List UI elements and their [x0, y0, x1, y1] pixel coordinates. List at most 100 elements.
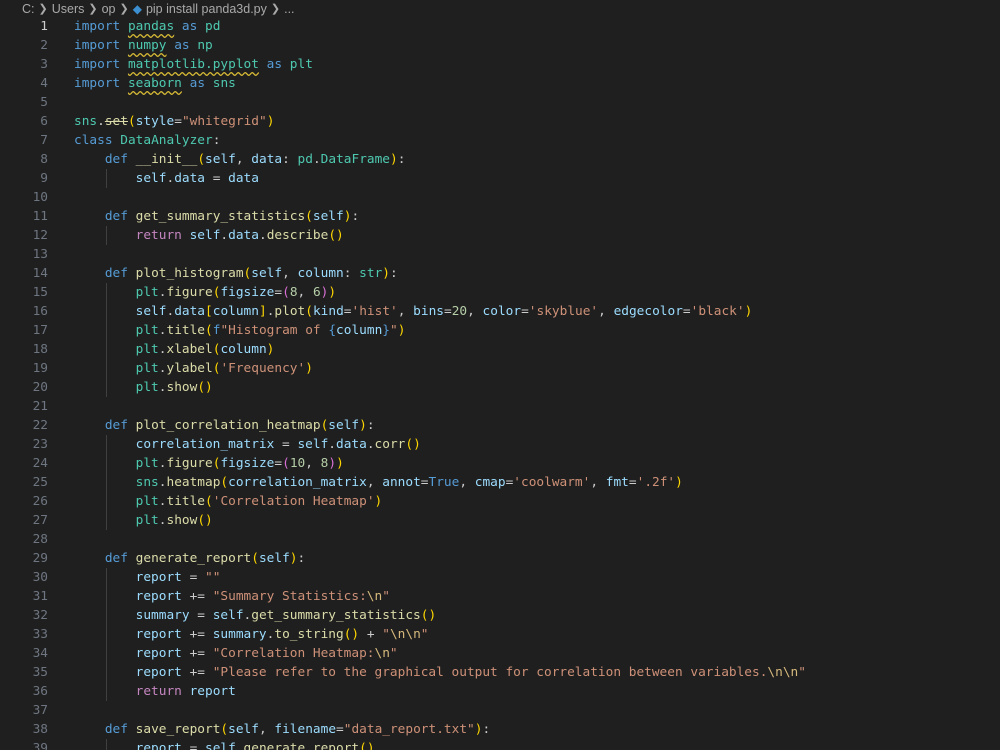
code-line[interactable]: 13 [0, 245, 1000, 264]
line-number: 6 [40, 114, 48, 129]
line-number: 24 [32, 456, 48, 471]
code-line[interactable]: 2 import numpy as np [0, 36, 1000, 55]
code-line[interactable]: 11 def get_summary_statistics(self): [0, 207, 1000, 226]
line-number: 15 [32, 285, 48, 300]
code-text: report = "" [135, 570, 221, 585]
code-text: report += "Please refer to the graphical… [135, 665, 806, 680]
chevron-right-icon: ❯ [119, 3, 129, 15]
code-text: def get_summary_statistics(self): [104, 209, 360, 224]
line-number: 16 [32, 304, 48, 319]
line-number: 26 [32, 494, 48, 509]
code-text: self.data[column].plot(kind='hist', bins… [135, 304, 753, 319]
code-line[interactable]: 18 plt.xlabel(column) [0, 340, 1000, 359]
line-number: 31 [32, 589, 48, 604]
line-number: 19 [32, 361, 48, 376]
breadcrumb-users[interactable]: Users [52, 2, 85, 16]
breadcrumb-op[interactable]: op [102, 2, 116, 16]
code-text: def save_report(self, filename="data_rep… [104, 722, 491, 737]
code-line[interactable]: 23 correlation_matrix = self.data.corr() [0, 435, 1000, 454]
line-number: 7 [40, 133, 48, 148]
python-file-icon: ◆ [132, 1, 142, 16]
code-text: report += "Summary Statistics:\n" [135, 589, 390, 604]
code-text: return report [135, 684, 236, 699]
line-number: 10 [32, 190, 48, 205]
line-number: 18 [32, 342, 48, 357]
code-line[interactable]: 36 return report [0, 682, 1000, 701]
line-number: 1 [40, 19, 48, 34]
line-number: 32 [32, 608, 48, 623]
code-line[interactable]: 8 def __init__(self, data: pd.DataFrame)… [0, 150, 1000, 169]
code-line[interactable]: 6 sns.set(style="whitegrid") [0, 112, 1000, 131]
code-text: report = self.generate_report() [135, 741, 375, 750]
line-number: 20 [32, 380, 48, 395]
line-number: 12 [32, 228, 48, 243]
line-number: 17 [32, 323, 48, 338]
code-text: summary = self.get_summary_statistics() [135, 608, 437, 623]
line-number: 39 [32, 741, 48, 750]
code-line[interactable]: 22 def plot_correlation_heatmap(self): [0, 416, 1000, 435]
code-line[interactable]: 32 summary = self.get_summary_statistics… [0, 606, 1000, 625]
line-number: 30 [32, 570, 48, 585]
line-number: 13 [32, 247, 48, 262]
code-line[interactable]: 35 report += "Please refer to the graphi… [0, 663, 1000, 682]
code-line[interactable]: 12 return self.data.describe() [0, 226, 1000, 245]
chevron-right-icon: ❯ [270, 3, 281, 15]
code-line[interactable]: 21 [0, 397, 1000, 416]
code-line[interactable]: 34 report += "Correlation Heatmap:\n" [0, 644, 1000, 663]
code-text: class DataAnalyzer: [74, 133, 221, 148]
code-line[interactable]: 39 report = self.generate_report() [0, 739, 1000, 750]
breadcrumb-more[interactable]: ... [284, 2, 294, 16]
breadcrumb-file[interactable]: pip install panda3d.py [146, 2, 267, 16]
code-line[interactable]: 30 report = "" [0, 568, 1000, 587]
line-number: 27 [32, 513, 48, 528]
code-text: plt.ylabel('Frequency') [135, 361, 313, 376]
code-text: sns.set(style="whitegrid") [74, 114, 275, 129]
code-line[interactable]: 9 self.data = data [0, 169, 1000, 188]
code-line[interactable]: 16 self.data[column].plot(kind='hist', b… [0, 302, 1000, 321]
code-line[interactable]: 4 import seaborn as sns [0, 74, 1000, 93]
line-number: 9 [40, 171, 48, 186]
code-line[interactable]: 1 import pandas as pd [0, 17, 1000, 36]
code-line[interactable]: 10 [0, 188, 1000, 207]
code-line[interactable]: 38 def save_report(self, filename="data_… [0, 720, 1000, 739]
code-text: plt.show() [135, 380, 213, 395]
line-number: 4 [40, 76, 48, 91]
code-text: plt.figure(figsize=(8, 6)) [135, 285, 337, 300]
code-line[interactable]: 28 [0, 530, 1000, 549]
line-number: 14 [32, 266, 48, 281]
line-number: 25 [32, 475, 48, 490]
code-text: sns.heatmap(correlation_matrix, annot=Tr… [135, 475, 683, 490]
code-line[interactable]: 29 def generate_report(self): [0, 549, 1000, 568]
chevron-right-icon: ❯ [38, 3, 48, 15]
code-line[interactable]: 37 [0, 701, 1000, 720]
code-text: self.data = data [135, 171, 259, 186]
code-line[interactable]: 24 plt.figure(figsize=(10, 8)) [0, 454, 1000, 473]
code-line[interactable]: 26 plt.title('Correlation Heatmap') [0, 492, 1000, 511]
code-line[interactable]: 5 [0, 93, 1000, 112]
line-number: 35 [32, 665, 48, 680]
code-text: plt.title(f"Histogram of {column}") [135, 323, 406, 338]
code-text: def generate_report(self): [104, 551, 306, 566]
code-line[interactable]: 7 class DataAnalyzer: [0, 131, 1000, 150]
code-text: plt.figure(figsize=(10, 8)) [135, 456, 344, 471]
code-line[interactable]: 14 def plot_histogram(self, column: str)… [0, 264, 1000, 283]
code-line[interactable]: 27 plt.show() [0, 511, 1000, 530]
code-line[interactable]: 17 plt.title(f"Histogram of {column}") [0, 321, 1000, 340]
code-text: import seaborn as sns [74, 76, 236, 91]
code-line[interactable]: 3 import matplotlib.pyplot as plt [0, 55, 1000, 74]
code-line[interactable]: 15 plt.figure(figsize=(8, 6)) [0, 283, 1000, 302]
code-text: import pandas as pd [74, 19, 221, 34]
line-number: 34 [32, 646, 48, 661]
code-line[interactable]: 31 report += "Summary Statistics:\n" [0, 587, 1000, 606]
code-text: report += summary.to_string() + "\n\n" [135, 627, 429, 642]
code-line[interactable]: 19 plt.ylabel('Frequency') [0, 359, 1000, 378]
code-line[interactable]: 25 sns.heatmap(correlation_matrix, annot… [0, 473, 1000, 492]
code-editor[interactable]: 1 import pandas as pd 2 import numpy as np 3… [0, 17, 1000, 750]
line-number: 23 [32, 437, 48, 452]
code-line[interactable]: 20 plt.show() [0, 378, 1000, 397]
code-text: plt.show() [135, 513, 213, 528]
breadcrumb-drive[interactable]: C: [22, 2, 35, 16]
code-text: def plot_correlation_heatmap(self): [104, 418, 375, 433]
code-line[interactable]: 33 report += summary.to_string() + "\n\n… [0, 625, 1000, 644]
line-number: 21 [32, 399, 48, 414]
